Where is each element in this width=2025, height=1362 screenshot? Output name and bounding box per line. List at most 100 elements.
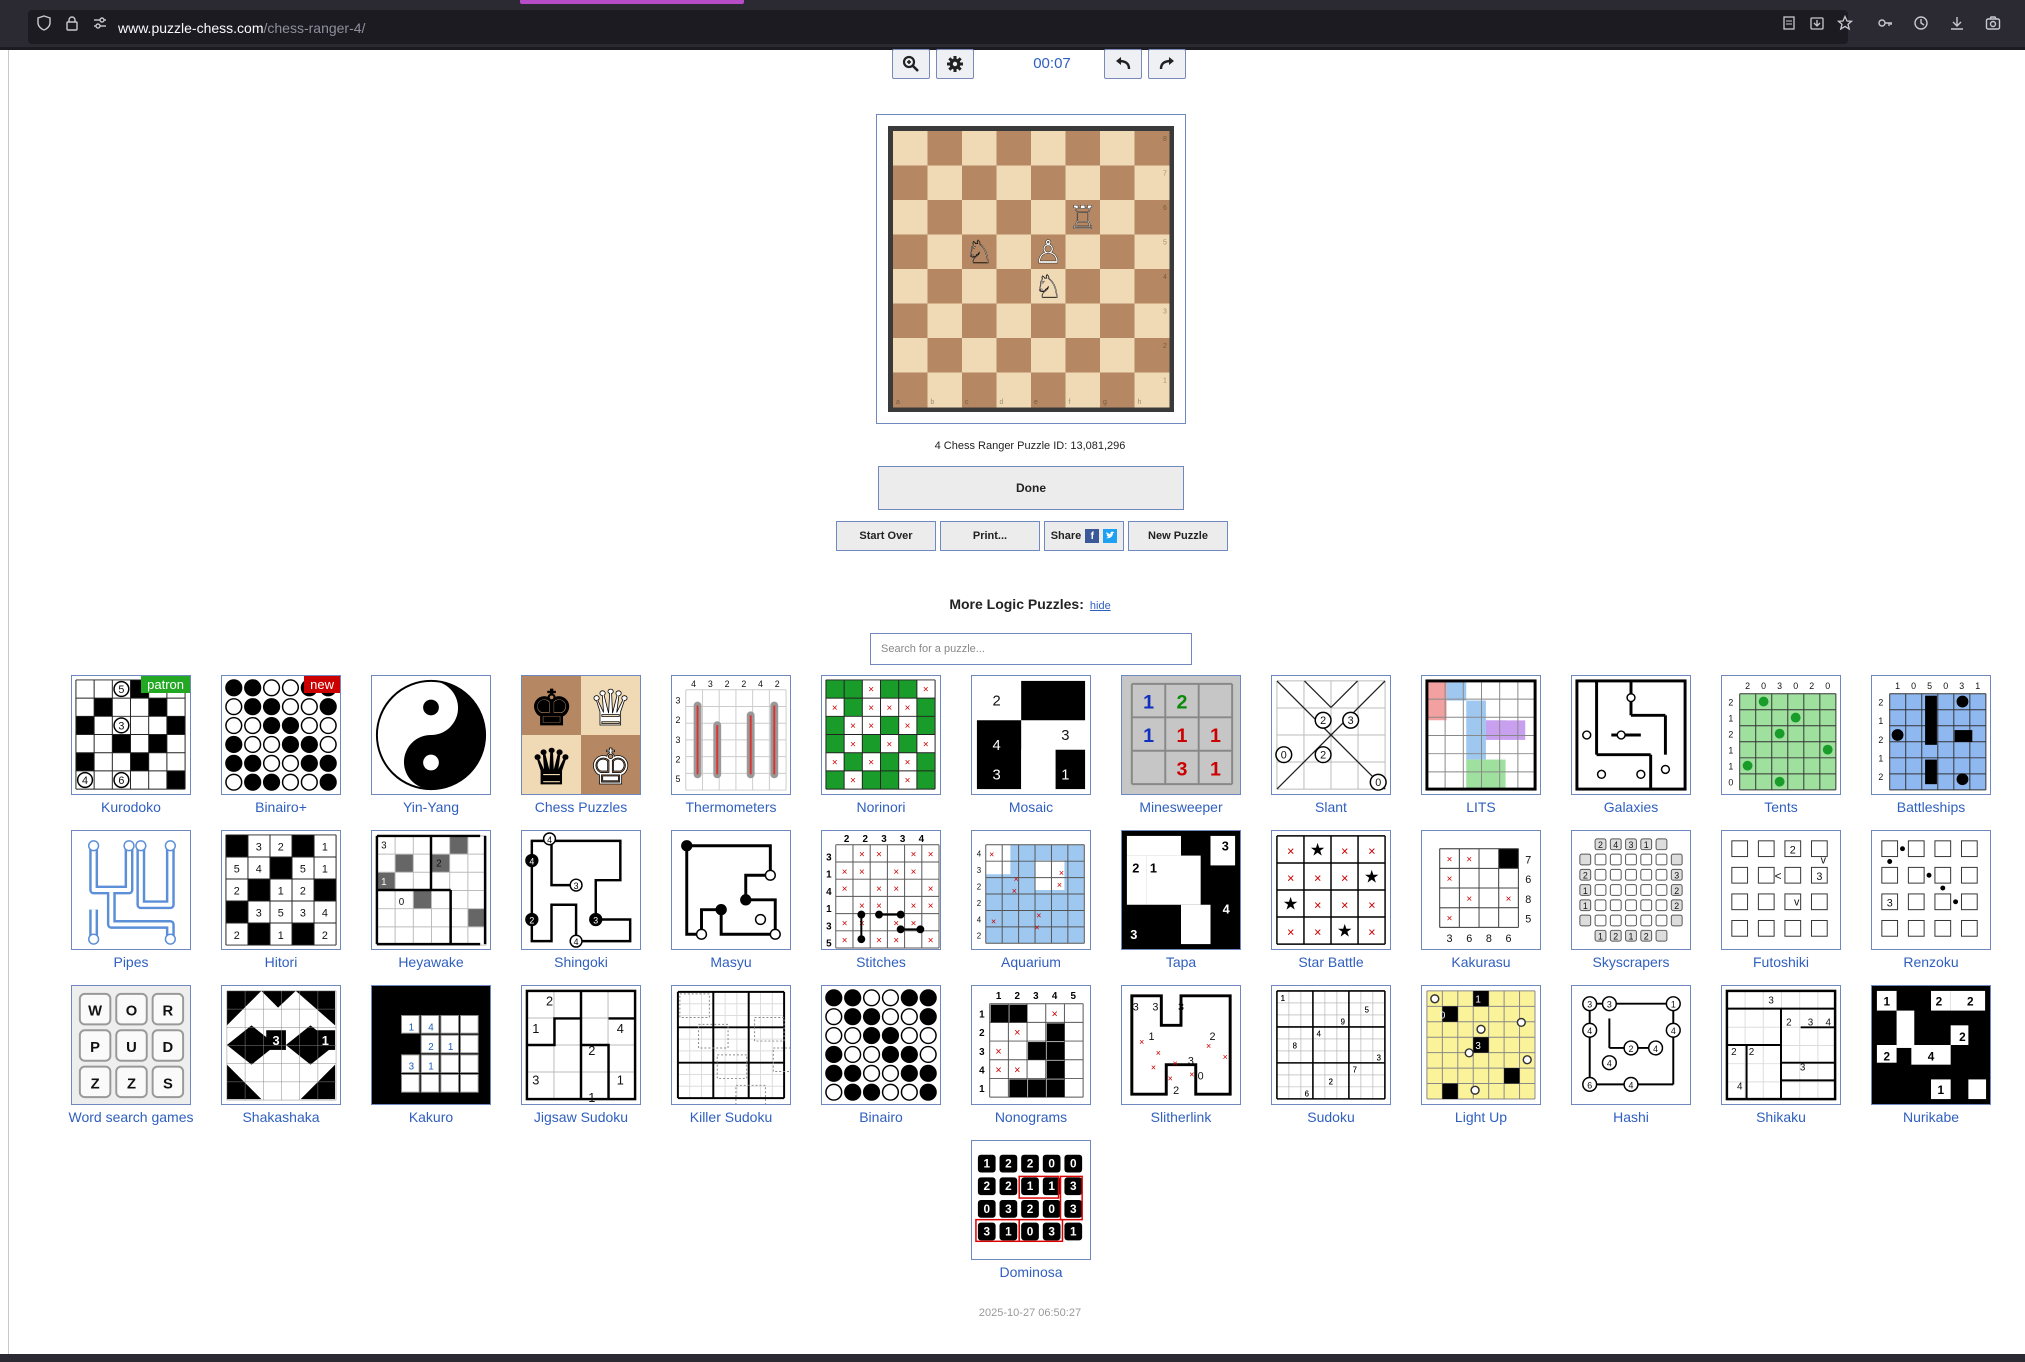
board-square[interactable] (1100, 165, 1135, 201)
puzzle-link[interactable]: Jigsaw Sudoku (500, 1109, 662, 1125)
puzzle-thumbnail[interactable]: 321343 (1121, 830, 1241, 950)
board-square[interactable] (927, 131, 963, 166)
board-square[interactable] (893, 338, 928, 373)
puzzle-thumbnail[interactable] (671, 985, 791, 1105)
puzzle-thumbnail[interactable]: W O R P U D Z Z S (71, 985, 191, 1105)
board-square[interactable] (962, 165, 997, 201)
puzzle-link[interactable]: Futoshiki (1700, 954, 1862, 970)
puzzle-thumbnail[interactable] (1571, 675, 1691, 795)
new-puzzle-button[interactable]: New Puzzle (1128, 521, 1228, 551)
puzzle-thumbnail[interactable]: 5 3 4 6 patron (71, 675, 191, 795)
board-square[interactable] (893, 200, 928, 235)
puzzle-link[interactable]: Tapa (1100, 954, 1262, 970)
puzzle-link[interactable]: Hitori (200, 954, 362, 970)
reader-view-icon[interactable] (1781, 15, 1797, 31)
history-icon[interactable] (1913, 15, 1929, 31)
rook-piece[interactable]: ♖ (1068, 198, 1097, 236)
puzzle-tile-shikaku[interactable]: 3 2 3 4 2 2 3 4 Shikaku (1720, 985, 1842, 1125)
puzzle-tile-shakashaka[interactable]: 3 1 Shakashaka (220, 985, 342, 1125)
puzzle-tile-masyu[interactable]: Masyu (670, 830, 792, 970)
board-square[interactable] (996, 269, 1032, 304)
puzzle-link[interactable]: Binairo+ (200, 799, 362, 815)
puzzle-thumbnail[interactable]: 3 3 1 4 4 4 2 4 6 4 (1571, 985, 1691, 1105)
board-square[interactable] (1100, 234, 1135, 270)
puzzle-link[interactable]: Slant (1250, 799, 1412, 815)
puzzle-thumbnail[interactable]: new (221, 675, 341, 795)
board-square[interactable] (1065, 234, 1101, 270)
puzzle-tile-mosaic[interactable]: 2 4 3 3 1 Mosaic (970, 675, 1092, 815)
puzzle-tile-dominosa[interactable]: 1 2 2 0 0 2 2 1 1 3 0 3 2 0 3 3 1 0 3 1 Dominosa (970, 1140, 1092, 1280)
board-square[interactable] (1065, 303, 1101, 339)
puzzle-thumbnail[interactable]: 1 4 2 1 3 1 (371, 985, 491, 1105)
puzzle-link[interactable]: Shikaku (1700, 1109, 1862, 1125)
puzzle-link[interactable]: Kakuro (350, 1109, 512, 1125)
board-square[interactable] (1065, 165, 1101, 201)
board-square[interactable] (962, 303, 997, 339)
puzzle-tile-norinori[interactable]: × × × × × × × × × × × × × × × × × Norinori (820, 675, 942, 815)
puzzle-thumbnail[interactable]: × × × × × × 7 6 8 5 3 6 8 6 (1421, 830, 1541, 950)
puzzle-link[interactable]: Norinori (800, 799, 962, 815)
zoom-button[interactable] (892, 49, 930, 79)
puzzle-link[interactable]: Galaxies (1550, 799, 1712, 815)
puzzle-tile-kurodoko[interactable]: 5 3 4 6 patron Kurodoko (70, 675, 192, 815)
board-square[interactable] (1065, 269, 1101, 304)
puzzle-link[interactable]: Binairo (800, 1109, 962, 1125)
lock-icon[interactable] (64, 15, 80, 31)
board-square[interactable] (1100, 200, 1135, 235)
puzzle-thumbnail[interactable]: 1 1 2 2 3 3 4 4 5 1 × × × × × (971, 985, 1091, 1105)
puzzle-thumbnail[interactable]: 32342234 (1721, 985, 1841, 1105)
board-square[interactable] (1031, 303, 1066, 339)
puzzle-link[interactable]: Skyscrapers (1550, 954, 1712, 970)
puzzle-link[interactable]: Shingoki (500, 954, 662, 970)
puzzle-link[interactable]: Killer Sudoku (650, 1109, 812, 1125)
board-square[interactable] (996, 200, 1032, 235)
puzzle-tile-slitherlink[interactable]: 3 3 3 1 2 3 0 2 × × × × × × × × Slitherlink (1120, 985, 1242, 1125)
puzzle-tile-binairo[interactable]: Binairo (820, 985, 942, 1125)
puzzle-thumbnail[interactable]: 3 (1871, 830, 1991, 950)
puzzle-tile-tents[interactable]: 2 0 3 0 2 0 2 1 2 1 1 0 Tents (1720, 675, 1842, 815)
puzzle-link[interactable]: Heyawake (350, 954, 512, 970)
board-square[interactable] (1031, 165, 1066, 201)
puzzle-thumbnail[interactable]: 2 0 3 0 2 0 2 1 2 1 1 0 (1721, 675, 1841, 795)
puzzle-link[interactable]: Mosaic (950, 799, 1112, 815)
puzzle-tile-skyscrapers[interactable]: 2 4 3 1 2 1 1 3 2 2 1 2 1 2 Skyscrapers (1570, 830, 1692, 970)
puzzle-tile-aquarium[interactable]: 4 3 2 2 4 2 × × × × × × × × Aquarium (970, 830, 1092, 970)
puzzle-tile-minesweeper[interactable]: 1 2 1 1 1 3 1 Minesweeper (1120, 675, 1242, 815)
puzzle-link[interactable]: Battleships (1850, 799, 2012, 815)
board-square[interactable] (893, 303, 928, 339)
board-square[interactable] (962, 269, 997, 304)
board-square[interactable] (996, 338, 1032, 373)
puzzle-tile-battleships[interactable]: 1 0 5 0 3 1 2 1 2 1 2 Battleships (1870, 675, 1992, 815)
puzzle-thumbnail[interactable] (1421, 675, 1541, 795)
board-square[interactable] (1065, 372, 1101, 408)
puzzle-link[interactable]: Renzoku (1850, 954, 2012, 970)
puzzle-tile-shingoki[interactable]: 4 4 3 2 3 4 Shingoki (520, 830, 642, 970)
url-text[interactable]: www.puzzle-chess.com/chess-ranger-4/ (118, 20, 365, 36)
puzzle-link[interactable]: Dominosa (950, 1264, 1112, 1280)
puzzle-search-input[interactable] (870, 633, 1192, 665)
puzzle-thumbnail[interactable] (71, 830, 191, 950)
puzzle-link[interactable]: Yin-Yang (350, 799, 512, 815)
puzzle-link[interactable]: Chess Puzzles (500, 799, 662, 815)
puzzle-thumbnail[interactable]: 1211131 (1121, 675, 1241, 795)
save-to-pocket-icon[interactable] (1809, 15, 1825, 31)
board-square[interactable] (1031, 131, 1066, 166)
bookmark-star-icon[interactable] (1837, 15, 1853, 31)
twitter-icon[interactable] (1103, 529, 1118, 543)
puzzle-thumbnail[interactable]: 3 3 3 1 2 3 0 2 × × × × × × × × (1121, 985, 1241, 1105)
board-square[interactable] (1031, 200, 1066, 235)
puzzle-tile-hitori[interactable]: 3 2 1 5 4 5 1 2 1 2 3 5 3 4 2 1 2 Hitori (220, 830, 342, 970)
puzzle-link[interactable]: Thermometers (650, 799, 812, 815)
puzzle-thumbnail[interactable]: 2 4 3 3 1 (971, 675, 1091, 795)
board-square[interactable] (927, 303, 963, 339)
board-square[interactable] (1100, 303, 1135, 339)
puzzle-thumbnail[interactable]: 4 3 2 2 4 2 3 2 3 2 5 (671, 675, 791, 795)
puzzle-tile-binairo[interactable]: new Binairo+ (220, 675, 342, 815)
puzzle-tile-kakurasu[interactable]: × × × × × × 7 6 8 5 3 6 8 6 Kakurasu (1420, 830, 1542, 970)
puzzle-thumbnail[interactable]: 2 3 0 2 0 (1271, 675, 1391, 795)
puzzle-thumbnail[interactable]: 12224221 (1871, 985, 1991, 1105)
puzzle-link[interactable]: Nurikabe (1850, 1109, 2012, 1125)
puzzle-link[interactable]: Slitherlink (1100, 1109, 1262, 1125)
puzzle-thumbnail[interactable]: 24312113221212 (1571, 830, 1691, 950)
chess-board[interactable]: 87654321a b c d e f g h♖♘ ♙♘ (888, 126, 1174, 412)
